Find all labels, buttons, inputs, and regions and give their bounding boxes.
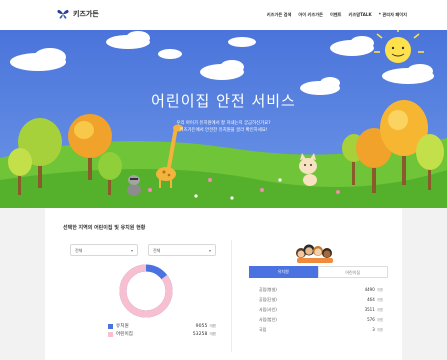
stat-label: 사립(법인) (259, 317, 277, 322)
legend-kindergarten: 유치원 9055 개원 (108, 323, 216, 329)
hero-subtitle-line2: 키즈가든에서 안전한 유치원을 골라 확인하세요! (179, 128, 268, 133)
page: 키즈가든 키즈가든 검색 아이 키즈가든 이벤트 키즈맘TALK * 관리자 페… (0, 0, 447, 360)
legend-swatch-kindergarten (108, 323, 113, 329)
stat-value: 4490 (364, 287, 375, 292)
region-select-1[interactable]: 전체 ▾ (70, 244, 138, 256)
panel-divider (231, 240, 232, 352)
legend-unit: 개원 (209, 331, 216, 336)
stat-row: 국립 3 개원 (259, 327, 383, 333)
stat-label: 국립 (259, 327, 267, 332)
children-illustration-icon (296, 244, 333, 263)
nav-item-kidsmom-talk[interactable]: 키즈맘TALK (349, 12, 372, 18)
donut-chart (119, 264, 173, 318)
nav-item-admin[interactable]: * 관리자 페이지 (379, 12, 407, 18)
legend-daycare: 어린이집 53258 개원 (108, 331, 216, 337)
main-nav: 키즈가든 검색 아이 키즈가든 이벤트 키즈맘TALK * 관리자 페이지 (267, 12, 407, 18)
hero-title: 어린이집 안전 서비스 (151, 92, 296, 110)
hero-subtitle-line1: 우리 아이가 유치원에서 잘 지내는지 궁금하신가요? (176, 121, 271, 126)
logo[interactable]: 키즈가든 (57, 9, 99, 19)
stat-label: 공립(단설) (259, 297, 277, 302)
legend-unit: 개원 (209, 323, 216, 328)
legend-swatch-daycare (108, 331, 113, 337)
logo-text: 키즈가든 (73, 10, 99, 18)
nav-item-event[interactable]: 이벤트 (330, 12, 342, 18)
stat-row: 사립(사인) 3511 개원 (259, 307, 383, 313)
stat-row: 공립(단설) 464 개원 (259, 297, 383, 303)
stat-value: 576 (367, 317, 375, 322)
tab-kindergarten[interactable]: 유치원 (249, 266, 318, 278)
chevron-down-icon: ▾ (130, 248, 133, 253)
butterfly-logo-icon (57, 10, 69, 19)
nav-item-search[interactable]: 키즈가든 검색 (267, 12, 292, 18)
stat-row: 사립(법인) 576 개원 (259, 317, 383, 323)
status-panel: 선택한 지역의 어린이집 및 유치원 현황 전체 ▾ 전체 ▾ 유치원 9055… (45, 208, 402, 360)
region-select-2[interactable]: 전체 ▾ (148, 244, 216, 256)
section-title: 선택한 지역의 어린이집 및 유치원 현황 (63, 225, 146, 231)
legend-label: 어린이집 (116, 332, 133, 337)
legend-label: 유치원 (116, 324, 129, 329)
nav-item-my-kidsgarden[interactable]: 아이 키즈가든 (298, 12, 323, 18)
stat-label: 공립(병설) (259, 287, 277, 292)
stat-unit: 개원 (376, 298, 383, 302)
region-select-2-value: 전체 (153, 248, 161, 253)
tab-daycare[interactable]: 어린이집 (317, 266, 388, 278)
stat-unit: 개원 (376, 328, 383, 332)
stat-unit: 개원 (376, 308, 383, 312)
stat-value: 464 (367, 297, 375, 302)
stat-value: 3 (372, 327, 375, 332)
stat-value: 3511 (364, 307, 375, 312)
type-tabs: 유치원 어린이집 (249, 266, 388, 278)
region-select-1-value: 전체 (75, 248, 83, 253)
legend-value: 9055 (195, 323, 208, 329)
stat-unit: 개원 (376, 318, 383, 322)
stat-label: 사립(사인) (259, 307, 277, 312)
hero-banner: 어린이집 안전 서비스 우리 아이가 유치원에서 잘 지내는지 궁금하신가요? … (0, 30, 447, 208)
legend-value: 53258 (192, 331, 208, 337)
stat-row: 공립(병설) 4490 개원 (259, 287, 383, 293)
top-header: 키즈가든 키즈가든 검색 아이 키즈가든 이벤트 키즈맘TALK * 관리자 페… (0, 0, 447, 30)
stat-unit: 개원 (376, 288, 383, 292)
hero-illustration (0, 30, 447, 208)
chevron-down-icon: ▾ (208, 248, 211, 253)
